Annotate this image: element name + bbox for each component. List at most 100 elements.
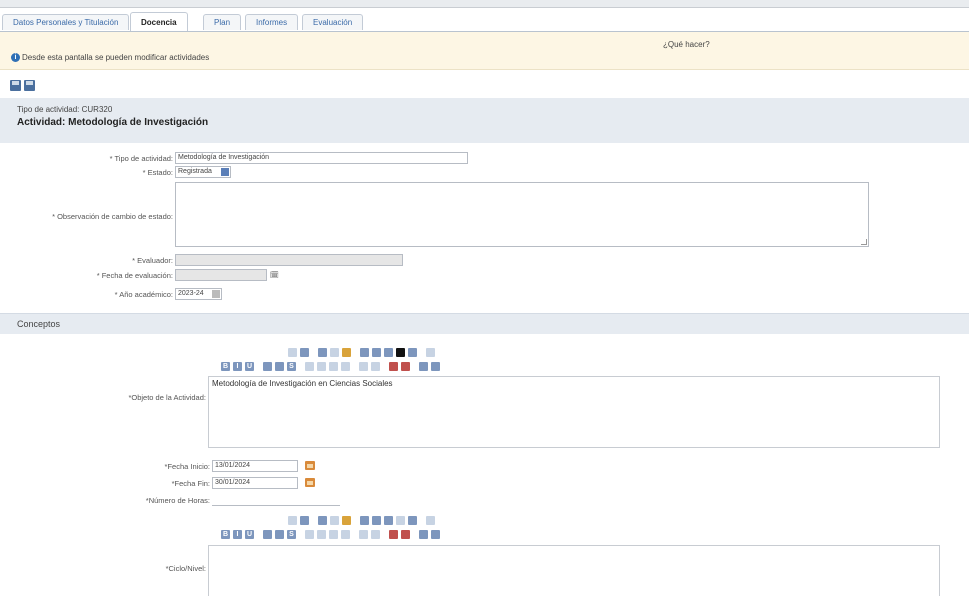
pencil-icon[interactable] <box>419 361 428 371</box>
highlight-icon[interactable] <box>408 347 417 357</box>
highlight-icon[interactable] <box>408 515 417 525</box>
link-icon[interactable] <box>318 515 327 525</box>
eraser-icon[interactable] <box>342 347 351 357</box>
underline-icon[interactable]: U <box>245 361 254 371</box>
italic-icon[interactable]: I <box>233 529 242 539</box>
list-icon[interactable] <box>300 347 309 357</box>
font-size-icon[interactable] <box>288 347 297 357</box>
align-left-icon[interactable] <box>305 361 314 371</box>
unordered-list-icon[interactable] <box>371 529 380 539</box>
evaluador-input <box>175 254 403 266</box>
pencil-icon[interactable] <box>419 529 428 539</box>
horas-label: *Número de Horas: <box>145 496 210 505</box>
save-icon[interactable] <box>10 80 21 91</box>
info-text: Desde esta pantalla se pueden modificar … <box>22 53 210 62</box>
underline-icon[interactable]: U <box>245 529 254 539</box>
paint-icon[interactable] <box>384 347 393 357</box>
objeto-label: *Objeto de la Actividad: <box>128 393 206 402</box>
tab-datos-personales[interactable]: Datos Personales y Titulación <box>2 14 130 30</box>
activity-title: Actividad: Metodología de Investigación <box>17 117 209 128</box>
outdent-icon[interactable] <box>389 529 398 539</box>
toolbar-row-1 <box>288 514 438 526</box>
ciclo-label: *Ciclo/Nivel: <box>165 564 206 573</box>
table-icon[interactable] <box>360 515 369 525</box>
eraser-icon[interactable] <box>342 515 351 525</box>
observacion-label: * Observación de cambio de estado: <box>52 212 173 221</box>
outdent-icon[interactable] <box>389 361 398 371</box>
align-justify-icon[interactable] <box>341 361 350 371</box>
unordered-list-icon[interactable] <box>371 361 380 371</box>
tab-docencia[interactable]: Docencia <box>130 12 188 31</box>
list-icon[interactable] <box>300 515 309 525</box>
align-justify-icon[interactable] <box>341 529 350 539</box>
ciclo-editor[interactable] <box>208 545 940 596</box>
image-icon[interactable] <box>372 347 381 357</box>
fecha-evaluacion-input <box>175 269 267 281</box>
font-size-icon[interactable] <box>288 515 297 525</box>
what-to-do-link[interactable]: ¿Qué hacer? <box>663 40 710 49</box>
align-left-icon[interactable] <box>305 529 314 539</box>
indent-icon[interactable] <box>401 529 410 539</box>
toolbar-row-2: B I U S <box>221 360 443 372</box>
tipo-actividad-input[interactable]: Metodología de Investigación <box>175 152 468 164</box>
fecha-inicio-input[interactable]: 13/01/2024 <box>212 460 298 472</box>
tab-plan[interactable]: Plan <box>203 14 242 30</box>
color-swatch-icon[interactable] <box>396 515 405 525</box>
conceptos-title: Conceptos <box>17 319 61 329</box>
horas-input[interactable] <box>212 494 340 506</box>
image-icon[interactable] <box>372 515 381 525</box>
help-bar: ¿Qué hacer? i Desde esta pantalla se pue… <box>0 32 969 70</box>
close-icon[interactable] <box>426 347 435 357</box>
fecha-fin-input[interactable]: 30/01/2024 <box>212 477 298 489</box>
table-icon[interactable] <box>360 347 369 357</box>
paint-icon[interactable] <box>384 515 393 525</box>
rich-text-toolbar-ciclo: B I U S <box>208 514 940 544</box>
strikethrough-icon[interactable]: S <box>287 529 296 539</box>
tab-bar: Datos Personales y Titulación Docencia P… <box>0 9 969 32</box>
italic-icon[interactable]: I <box>233 361 242 371</box>
subscript-icon[interactable] <box>263 529 272 539</box>
conceptos-section-header: Conceptos <box>0 313 969 334</box>
superscript-icon[interactable] <box>275 361 284 371</box>
chevron-down-icon <box>221 168 229 176</box>
unlink-icon[interactable] <box>330 347 339 357</box>
indent-icon[interactable] <box>401 361 410 371</box>
ordered-list-icon[interactable] <box>359 529 368 539</box>
tipo-actividad-label: * Tipo de actividad: <box>109 154 173 163</box>
unlink-icon[interactable] <box>330 515 339 525</box>
calendar-icon[interactable] <box>305 478 315 487</box>
link-icon[interactable] <box>318 347 327 357</box>
align-right-icon[interactable] <box>329 529 338 539</box>
ordered-list-icon[interactable] <box>359 361 368 371</box>
subscript-icon[interactable] <box>263 361 272 371</box>
calendar-icon[interactable] <box>305 461 315 470</box>
tab-informes[interactable]: Informes <box>245 14 299 30</box>
link-edit-icon[interactable] <box>431 361 440 371</box>
save-close-icon[interactable] <box>24 80 35 91</box>
resize-handle-icon[interactable] <box>861 239 867 245</box>
observacion-textarea[interactable] <box>175 182 869 247</box>
superscript-icon[interactable] <box>275 529 284 539</box>
objeto-editor[interactable]: Metodología de Investigación en Ciencias… <box>208 376 940 448</box>
align-right-icon[interactable] <box>329 361 338 371</box>
estado-value: Registrada <box>178 168 212 175</box>
strikethrough-icon[interactable]: S <box>287 361 296 371</box>
estado-select[interactable]: Registrada <box>175 166 231 178</box>
activity-header: Tipo de actividad: CUR320 Actividad: Met… <box>0 98 969 143</box>
calendar-icon[interactable]: 🗓 <box>270 271 279 279</box>
bold-icon[interactable]: B <box>221 361 230 371</box>
color-swatch-icon[interactable] <box>396 347 405 357</box>
toolbar-row-2: B I U S <box>221 528 443 540</box>
link-edit-icon[interactable] <box>431 529 440 539</box>
chevron-down-icon <box>212 290 220 298</box>
anio-academico-value: 2023-24 <box>178 290 204 297</box>
fecha-inicio-label: *Fecha Inicio: <box>164 462 210 471</box>
fecha-fin-label: *Fecha Fin: <box>171 479 210 488</box>
align-center-icon[interactable] <box>317 529 326 539</box>
bold-icon[interactable]: B <box>221 529 230 539</box>
close-icon[interactable] <box>426 515 435 525</box>
align-center-icon[interactable] <box>317 361 326 371</box>
anio-academico-select[interactable]: 2023-24 <box>175 288 222 300</box>
tab-evaluacion[interactable]: Evaluación <box>302 14 364 30</box>
fecha-evaluacion-label: * Fecha de evaluación: <box>96 271 173 280</box>
